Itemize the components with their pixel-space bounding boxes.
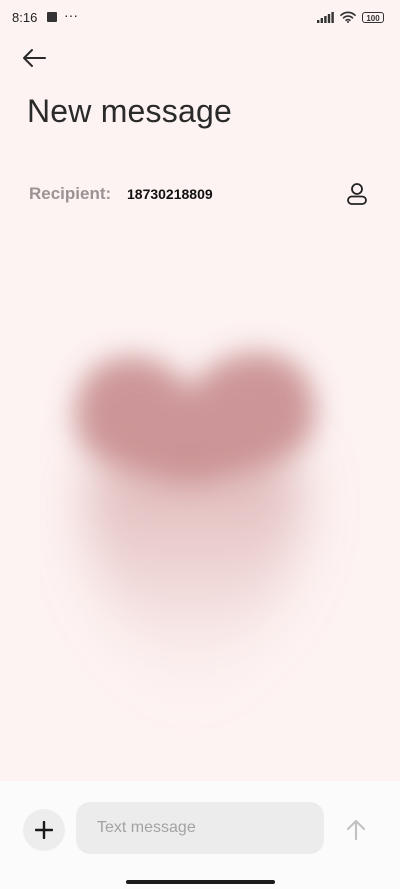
contact-picker-button[interactable] xyxy=(343,180,371,208)
message-input[interactable] xyxy=(76,802,324,854)
recipient-input[interactable]: 18730218809 xyxy=(127,186,213,202)
battery-level: 100 xyxy=(366,13,380,23)
send-button[interactable] xyxy=(340,814,372,846)
more-notifications-icon: ··· xyxy=(64,7,78,23)
status-bar: 8:16 ··· 100 xyxy=(0,0,400,36)
recipient-row[interactable]: Recipient: 18730218809 xyxy=(29,180,371,208)
arrow-up-icon xyxy=(346,819,366,841)
page-title: New message xyxy=(27,93,232,129)
plus-icon xyxy=(35,821,53,839)
person-icon xyxy=(347,183,367,205)
add-attachment-button[interactable] xyxy=(23,809,65,851)
home-indicator[interactable] xyxy=(126,880,275,884)
signal-icon xyxy=(317,11,334,23)
status-time: 8:16 xyxy=(12,10,38,25)
recipient-label: Recipient: xyxy=(29,184,112,203)
arrow-left-icon xyxy=(23,49,46,67)
wifi-icon xyxy=(340,11,356,23)
heart-illustration xyxy=(40,310,360,730)
back-button[interactable] xyxy=(18,44,50,72)
composer-bar xyxy=(0,781,400,889)
heart-icon xyxy=(74,352,316,700)
battery-icon: 100 xyxy=(362,11,384,23)
status-icons: 100 xyxy=(317,11,384,23)
app-notification-icon xyxy=(47,12,57,22)
